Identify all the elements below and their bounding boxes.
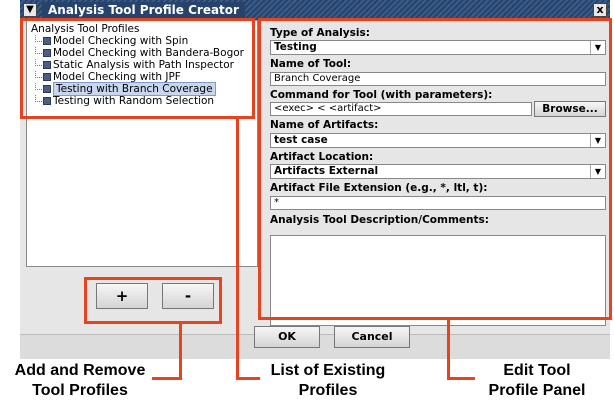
close-button[interactable]: x [593, 3, 607, 17]
list-highlight-box [20, 18, 255, 119]
list-connector-h [236, 377, 260, 380]
list-annotation: List of Existing Profiles [270, 362, 386, 399]
list-connector [236, 118, 239, 380]
title-bar[interactable]: ▼ Analysis Tool Profile Creator x [20, 0, 610, 20]
ok-button[interactable]: OK [254, 326, 320, 348]
add-remove-connector [179, 323, 182, 379]
add-remove-highlight-box [84, 277, 222, 324]
cancel-button[interactable]: Cancel [334, 326, 410, 348]
edit-panel-connector [447, 318, 450, 380]
edit-panel-highlight-box [258, 18, 612, 320]
edit-panel-annotation: Edit Tool Profile Panel [488, 362, 586, 399]
window-menu-icon[interactable]: ▼ [23, 3, 37, 17]
window-title: Analysis Tool Profile Creator [42, 2, 245, 18]
add-remove-annotation: Add and Remove Tool Profiles [14, 362, 146, 399]
